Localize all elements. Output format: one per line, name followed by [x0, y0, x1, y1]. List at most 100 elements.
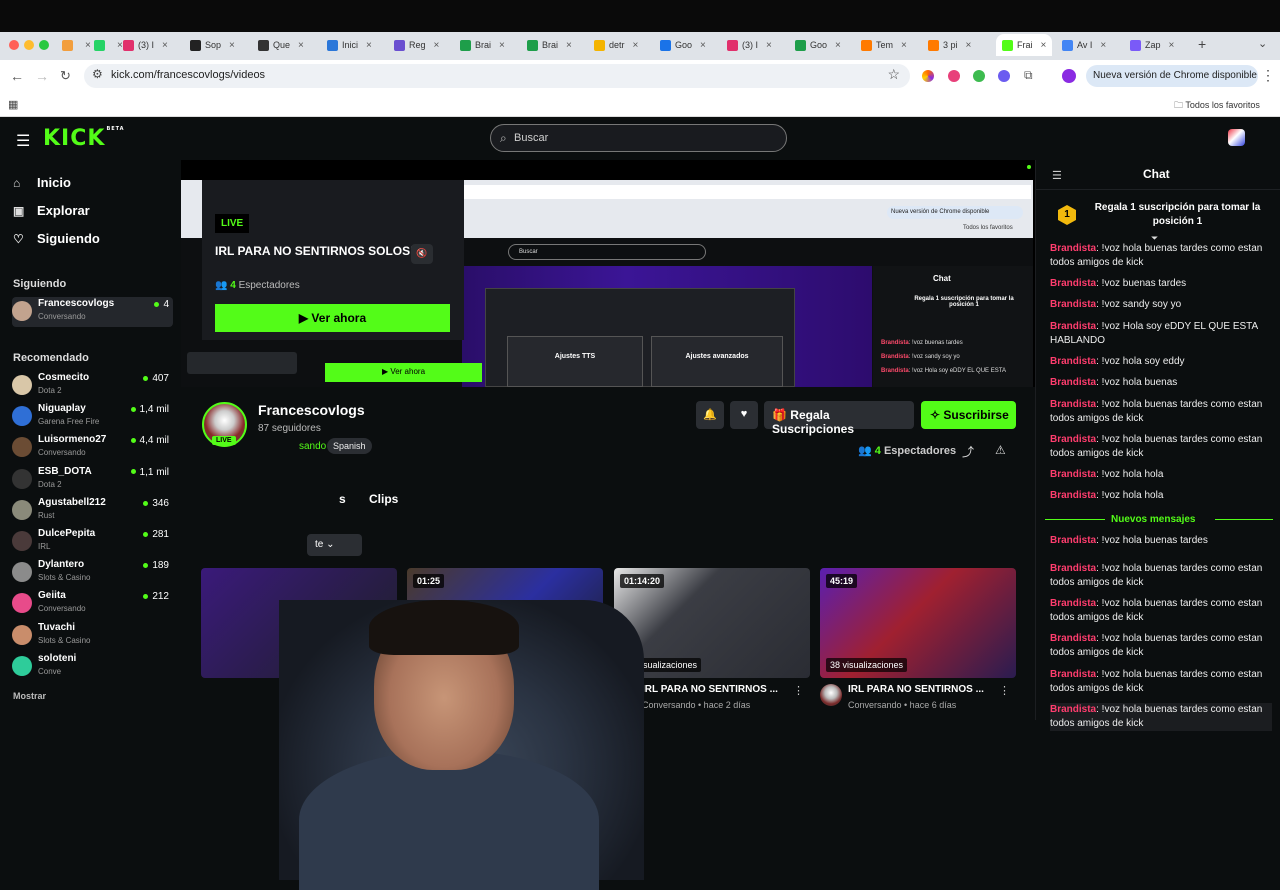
chat-message[interactable]: Brandista: !voz hola hola	[1050, 489, 1272, 503]
sidebar-channel[interactable]: Francescovlogs Conversando 4	[12, 297, 173, 327]
notification-bell-icon[interactable]: 🔔	[696, 401, 724, 429]
browser-tab[interactable]: Que ×	[258, 34, 304, 56]
chat-message[interactable]: Brandista: !voz hola buenas	[1050, 376, 1272, 390]
tab-close-icon[interactable]: ×	[766, 40, 772, 51]
tab-close-icon[interactable]: ×	[835, 40, 841, 51]
video-channel-avatar[interactable]	[820, 684, 842, 706]
chat-username[interactable]: Brandista	[1050, 490, 1096, 501]
gift-leaderboard[interactable]: 1 Regala 1 suscripción para tomar la pos…	[1036, 191, 1280, 246]
gift-subs-button[interactable]: 🎁 Regala Suscripciones	[764, 401, 914, 436]
extensions-puzzle-icon[interactable]: ⧉	[1024, 68, 1033, 83]
follow-heart-icon[interactable]: ♥	[730, 401, 758, 429]
browser-tab[interactable]: Av I ×	[1062, 34, 1106, 56]
chat-message[interactable]: Brandista: !voz hola buenas tardes como …	[1050, 632, 1272, 660]
chat-message[interactable]: Brandista: !voz buenas tardes	[1050, 277, 1272, 291]
more-menu-icon[interactable]: ⋮	[1261, 67, 1275, 84]
chat-username[interactable]: Brandista	[1050, 377, 1096, 388]
apps-grid-icon[interactable]: ▦	[8, 98, 18, 111]
extension-icon[interactable]	[998, 70, 1010, 82]
sidebar-item-explorar[interactable]: ▣ Explorar	[13, 203, 90, 218]
share-icon[interactable]: ⤴	[962, 443, 974, 460]
extension-icon[interactable]	[948, 70, 960, 82]
sidebar-channel[interactable]: Cosmecito Dota 2 407	[12, 371, 173, 401]
chat-username[interactable]: Brandista	[1050, 704, 1096, 715]
all-favorites-button[interactable]: 🗀 Todos los favoritos	[1174, 98, 1260, 114]
browser-tab[interactable]: ×	[94, 34, 123, 56]
sort-dropdown[interactable]: te ⌄	[307, 534, 362, 556]
chat-username[interactable]: Brandista	[1050, 633, 1096, 644]
tab-close-icon[interactable]: ×	[162, 40, 168, 51]
watch-now-button[interactable]: ▶ Ver ahora	[215, 304, 450, 332]
new-tab-button[interactable]: +	[1198, 36, 1206, 52]
browser-tab[interactable]: Sop ×	[190, 34, 235, 56]
browser-tab[interactable]: Tem ×	[861, 34, 907, 56]
browser-tab[interactable]: Frai ×	[996, 34, 1053, 56]
browser-tab[interactable]: Goo ×	[660, 34, 706, 56]
show-more-button[interactable]: Mostrar	[13, 691, 46, 701]
sidebar-channel[interactable]: soloteni Conve	[12, 652, 173, 682]
chat-username[interactable]: Brandista	[1050, 563, 1096, 574]
chat-message[interactable]: Brandista: !voz hola buenas tardes como …	[1050, 242, 1272, 270]
chat-username[interactable]: Brandista	[1050, 321, 1096, 332]
browser-tab[interactable]: Reg ×	[394, 34, 439, 56]
chat-username[interactable]: Brandista	[1050, 399, 1096, 410]
chat-message[interactable]: Brandista: !voz hola buenas tardes como …	[1050, 398, 1272, 426]
hamburger-menu-icon[interactable]: ☰	[16, 131, 30, 151]
profile-avatar[interactable]	[1062, 69, 1076, 83]
minimize-window-button[interactable]	[24, 40, 34, 50]
tab-close-icon[interactable]: ×	[499, 40, 505, 51]
chat-message[interactable]: Brandista: !voz hola buenas tardes como …	[1050, 703, 1272, 731]
video-player[interactable]: Nueva versión de Chrome disponible Todos…	[181, 160, 1035, 387]
chat-username[interactable]: Brandista	[1050, 434, 1096, 445]
sidebar-channel[interactable]: ESB_DOTA Dota 2 1,1 mil	[12, 465, 173, 495]
sidebar-channel[interactable]: Agustabell212 Rust 346	[12, 496, 173, 526]
chat-message[interactable]: Brandista: !voz hola buenas tardes como …	[1050, 433, 1272, 461]
extension-icon[interactable]	[973, 70, 985, 82]
sidebar-channel[interactable]: Dylantero Slots & Casino 189	[12, 558, 173, 588]
tab-close-icon[interactable]: ×	[966, 40, 972, 51]
tab-clips[interactable]: Clips	[369, 492, 398, 506]
sidebar-channel[interactable]: Geiita Conversando 212	[12, 589, 173, 619]
url-field[interactable]: ⚙ kick.com/francescovlogs/videos ☆	[84, 64, 910, 88]
browser-tab[interactable]: (3) I ×	[123, 34, 168, 56]
chat-message[interactable]: Brandista: !voz hola buenas tardes	[1050, 534, 1272, 548]
chat-username[interactable]: Brandista	[1050, 278, 1096, 289]
user-avatar[interactable]	[1228, 129, 1245, 146]
chat-message[interactable]: Brandista: !voz hola hola	[1050, 468, 1272, 482]
site-settings-icon[interactable]: ⚙	[92, 67, 103, 81]
tab-close-icon[interactable]: ×	[85, 40, 91, 51]
chat-collapse-icon[interactable]: ☰	[1052, 169, 1062, 182]
tab-close-icon[interactable]: ×	[1169, 40, 1175, 51]
sidebar-channel[interactable]: DulcePepita IRL 281	[12, 527, 173, 557]
tab-close-icon[interactable]: ×	[1100, 40, 1106, 51]
chat-username[interactable]: Brandista	[1050, 243, 1096, 254]
tab-close-icon[interactable]: ×	[901, 40, 907, 51]
sidebar-channel[interactable]: Niguaplay Garena Free Fire 1,4 mil	[12, 402, 173, 432]
browser-tab[interactable]: ×	[62, 34, 91, 56]
reload-icon[interactable]: ↻	[60, 68, 71, 84]
close-window-button[interactable]	[9, 40, 19, 50]
browser-tab[interactable]: Brai ×	[460, 34, 505, 56]
video-title[interactable]: IRL PARA NO SENTIRNOS ...	[642, 684, 778, 695]
kick-logo[interactable]: KICKBETA	[43, 126, 125, 151]
tab-videos[interactable]: s	[339, 492, 346, 506]
subscribe-button[interactable]: ✧ Suscribirse	[921, 401, 1016, 429]
language-tag[interactable]: Spanish	[327, 438, 372, 454]
chat-username[interactable]: Brandista	[1050, 598, 1096, 609]
report-warning-icon[interactable]: ⚠	[995, 443, 1006, 457]
sidebar-channel[interactable]: Tuvachi Slots & Casino	[12, 621, 173, 651]
video-options-icon[interactable]: ⋮	[793, 684, 804, 697]
tab-close-icon[interactable]: ×	[366, 40, 372, 51]
chat-username[interactable]: Brandista	[1050, 535, 1096, 546]
browser-tab[interactable]: Brai ×	[527, 34, 572, 56]
tab-close-icon[interactable]: ×	[566, 40, 572, 51]
tab-close-icon[interactable]: ×	[434, 40, 440, 51]
search-input[interactable]: ⌕ Buscar	[490, 124, 787, 152]
bookmark-star-icon[interactable]: ☆	[887, 66, 900, 83]
sidebar-item-siguiendo[interactable]: ♡ Siguiendo	[13, 231, 100, 246]
browser-tab[interactable]: Zap ×	[1130, 34, 1174, 56]
chat-username[interactable]: Brandista	[1050, 469, 1096, 480]
tab-close-icon[interactable]: ×	[229, 40, 235, 51]
back-icon[interactable]: ←	[10, 68, 24, 84]
chat-username[interactable]: Brandista	[1050, 669, 1096, 680]
